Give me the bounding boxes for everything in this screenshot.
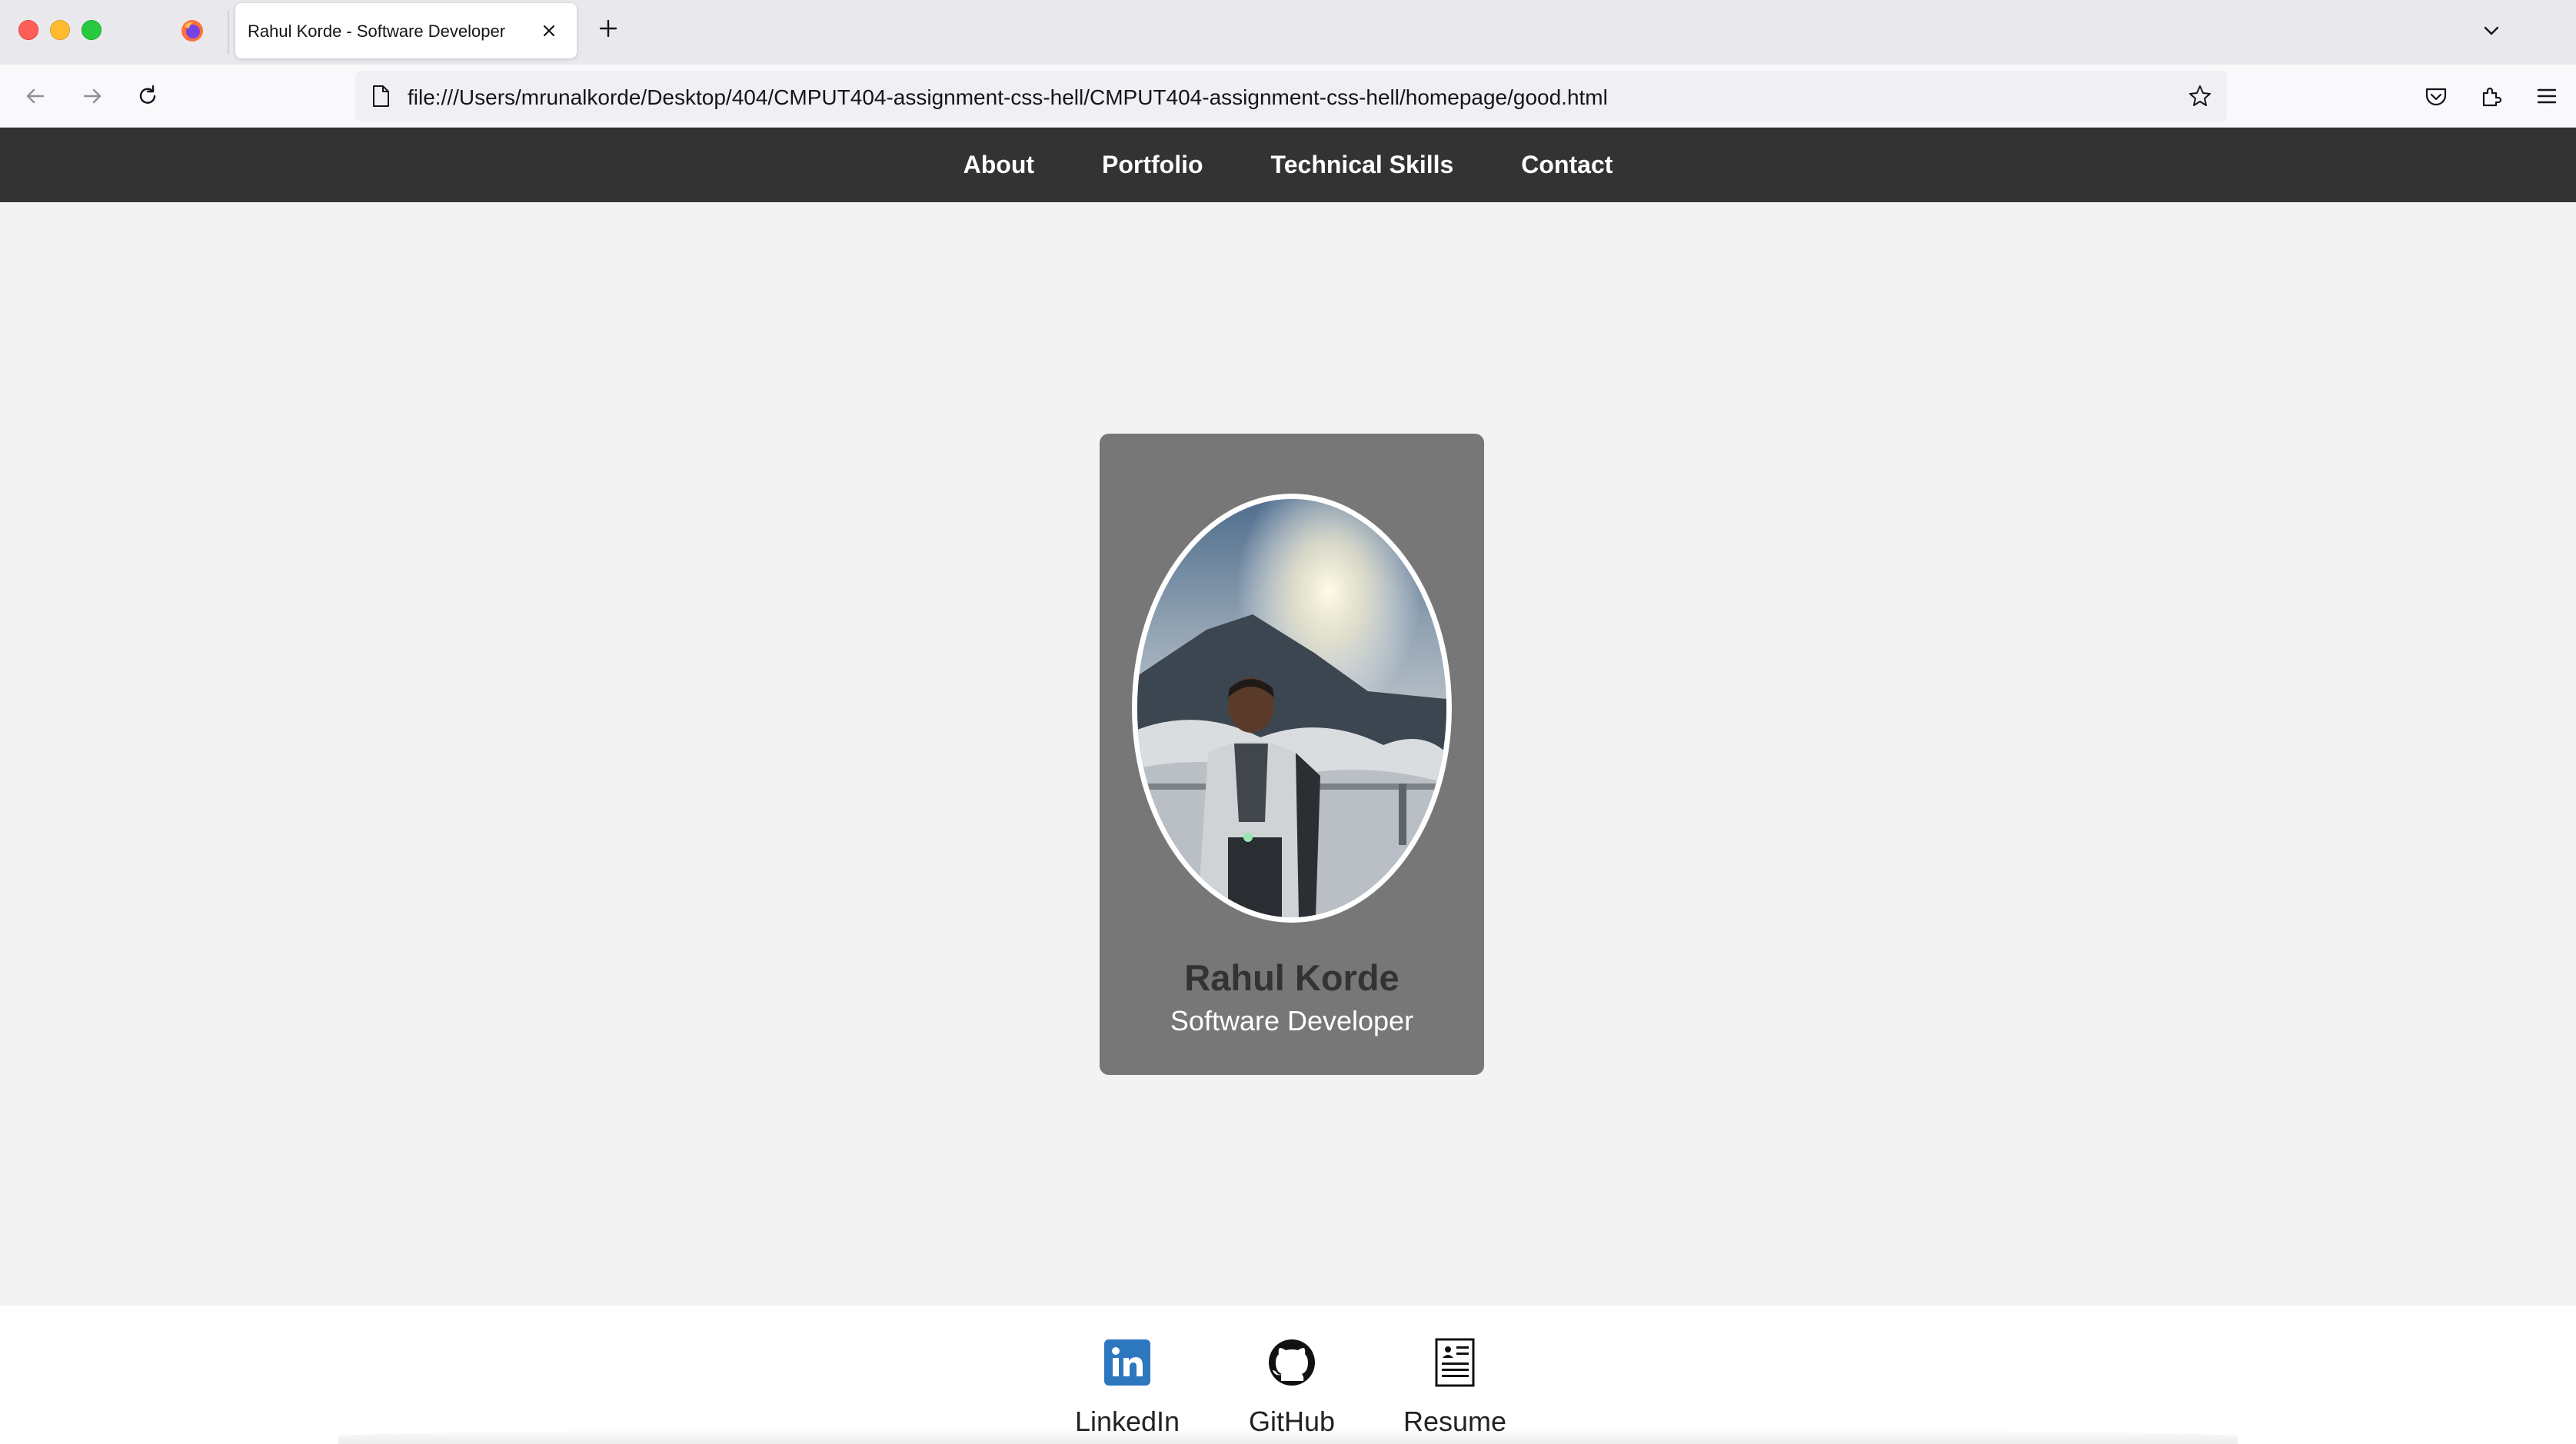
pocket-icon[interactable]: [2422, 82, 2450, 110]
site-navigation: About Portfolio Technical Skills Contact: [0, 128, 2576, 202]
url-bar[interactable]: file:///Users/mrunalkorde/Desktop/404/CM…: [355, 71, 2227, 121]
profile-card: Rahul Korde Software Developer: [1100, 434, 1484, 1075]
footer-link-github[interactable]: GitHub: [1207, 1306, 1376, 1444]
active-tab[interactable]: Rahul Korde - Software Developer: [235, 3, 577, 58]
forward-arrow-icon[interactable]: [78, 82, 106, 110]
nav-link-contact[interactable]: Contact: [1487, 151, 1646, 179]
profile-role: Software Developer: [1170, 1005, 1414, 1036]
firefox-icon[interactable]: [180, 18, 205, 43]
minimize-window-button[interactable]: [50, 20, 70, 40]
browser-window: Rahul Korde - Software Developer file://…: [0, 0, 2576, 1444]
close-window-button[interactable]: [18, 20, 38, 40]
tab-separator: [228, 11, 229, 54]
github-icon[interactable]: [1266, 1336, 1318, 1389]
profile-name: Rahul Korde: [1184, 957, 1399, 998]
site-footer: LinkedIn GitHub Resume: [0, 1306, 2576, 1444]
bookmark-star-icon[interactable]: [2187, 83, 2213, 109]
nav-link-about[interactable]: About: [930, 151, 1068, 179]
footer-link-linkedin[interactable]: LinkedIn: [1043, 1306, 1212, 1444]
reload-icon[interactable]: [134, 82, 161, 110]
navigation-toolbar: file:///Users/mrunalkorde/Desktop/404/CM…: [0, 65, 2576, 128]
nav-link-technical-skills[interactable]: Technical Skills: [1237, 151, 1488, 179]
nav-link-portfolio[interactable]: Portfolio: [1068, 151, 1237, 179]
tab-title: Rahul Korde - Software Developer: [248, 22, 506, 41]
new-tab-icon[interactable]: [595, 15, 621, 42]
profile-photo: [1132, 494, 1452, 923]
profile-photo-image: [1137, 499, 1446, 917]
resume-icon[interactable]: [1429, 1336, 1481, 1389]
footer-shadow: [338, 1429, 2238, 1444]
chevron-down-icon[interactable]: [2479, 18, 2504, 43]
back-arrow-icon[interactable]: [22, 82, 49, 110]
maximize-window-button[interactable]: [82, 20, 102, 40]
page-viewport: About Portfolio Technical Skills Contact: [0, 128, 2576, 1444]
linkedin-icon[interactable]: [1101, 1336, 1153, 1389]
url-text[interactable]: file:///Users/mrunalkorde/Desktop/404/CM…: [408, 85, 1608, 110]
extensions-puzzle-icon[interactable]: [2478, 82, 2505, 110]
close-tab-icon[interactable]: [538, 20, 560, 42]
footer-link-resume[interactable]: Resume: [1370, 1306, 1539, 1444]
tab-bar: Rahul Korde - Software Developer: [0, 0, 2576, 65]
page-icon: [373, 85, 389, 107]
hamburger-menu-icon[interactable]: [2533, 82, 2561, 110]
